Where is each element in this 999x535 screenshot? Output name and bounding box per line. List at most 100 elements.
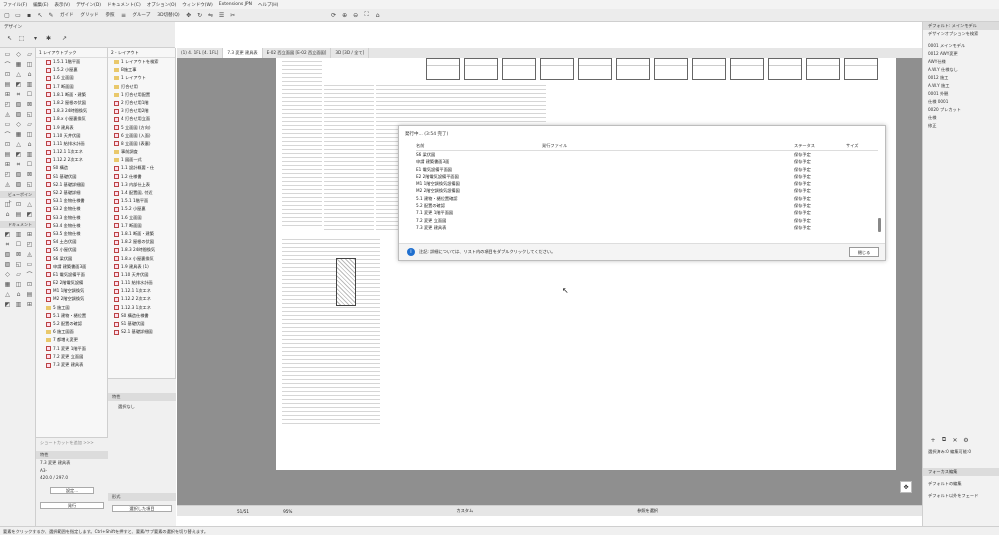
mesh-tool-icon[interactable]: ⊞ (3, 90, 12, 99)
document-section[interactable]: ドキュメント (0, 221, 35, 228)
nav-item[interactable]: 1.12.2 2次エネ (46, 156, 107, 164)
tab-1[interactable]: 7.3 変更 建具表 (223, 48, 263, 58)
publish-row[interactable]: 5.1 建物・樋位置確認 保存予定 (416, 195, 878, 202)
col-name[interactable]: 名前 (416, 143, 424, 149)
nav-item[interactable]: 1.8.2 屋根の伏図 (46, 99, 107, 107)
publish-list[interactable]: S6 梁伏図 保存予定 申請 建築書面3面 保存予定 E1 電気設備平面図 保存予定 E2 … (416, 151, 878, 243)
layout-item[interactable]: 5 立面図 (方向) (114, 124, 175, 132)
trim-icon[interactable]: ✂ (229, 11, 237, 19)
col-file[interactable]: 発行ファイル (542, 143, 567, 149)
object-tool-icon[interactable]: ◩ (25, 210, 34, 219)
layout-item[interactable]: 1.12.1 1次エネ (114, 287, 175, 295)
morph-tool-icon[interactable]: ▧ (3, 250, 12, 259)
ref-select[interactable]: 参照を選択 (637, 508, 658, 514)
design-option-item[interactable]: AWY仕様 (923, 58, 999, 66)
arc-tool-icon[interactable]: ⌒ (3, 130, 12, 139)
nav-item[interactable]: M2 2階空調換気 (46, 295, 107, 303)
nav-item[interactable]: 6 施工図面 (46, 328, 107, 336)
publish-row[interactable]: E2 2階電気設備平面図 保存予定 (416, 173, 878, 180)
door-tool-icon[interactable]: ⌂ (25, 140, 34, 149)
eyedropper-icon[interactable]: ✎ (47, 11, 55, 19)
zoom-level[interactable]: 95% (283, 509, 292, 514)
nav-item[interactable]: M1 1階空調換気 (46, 287, 107, 295)
publish-row[interactable]: S6 梁伏図 保存予定 (416, 151, 878, 158)
menu-item[interactable]: デザイン(D) (76, 2, 101, 8)
nav-item[interactable]: 1.8.3 24時間換気 (46, 107, 107, 115)
fit-icon[interactable]: ⛶ (363, 11, 371, 19)
layout-item[interactable]: 1.1 設計概要・仕 (114, 164, 175, 172)
nav-item[interactable]: 5 施工図 (46, 304, 107, 312)
menu-item[interactable]: ファイル(F) (3, 2, 27, 8)
railing-tool-icon[interactable]: ⌗ (14, 90, 23, 99)
publish-row[interactable]: 7.3 変更 建具表 保存予定 (416, 224, 878, 231)
zone-tool-icon[interactable]: ▥ (25, 150, 34, 159)
publish-row[interactable]: 申請 建築書面3面 保存予定 (416, 158, 878, 165)
design-option-item[interactable]: A.W.Y 施工 (923, 82, 999, 90)
skylight-tool-icon[interactable]: ◰ (3, 100, 12, 109)
publish-row[interactable]: 7.2 変更 立面図 保存予定 (416, 217, 878, 224)
new-file-icon[interactable]: ▢ (3, 11, 11, 19)
layout-item[interactable]: 事前調査 (114, 148, 175, 156)
layout-item[interactable]: 1.8.2 屋根の伏図 (114, 238, 175, 246)
panel-tool-icon[interactable]: ▨ (14, 180, 23, 189)
view3d-button[interactable]: 3D切替(Q) (155, 12, 181, 18)
railing-tool-icon[interactable]: ⌗ (3, 240, 12, 249)
default-edit-toggle[interactable]: デフォルトの編集 (923, 480, 999, 488)
stair-tool-icon[interactable]: △ (3, 290, 12, 299)
layout-item[interactable]: 1 図面一式 (114, 156, 175, 164)
menu-item[interactable]: 表示(V) (54, 2, 70, 8)
slab-tool-icon[interactable]: ▦ (14, 130, 23, 139)
nav-item[interactable]: 1.9 建具表 (46, 124, 107, 132)
layout-item[interactable]: 1.4 配置図, 付近 (114, 189, 175, 197)
option-settings-icon[interactable]: ⚙ (962, 436, 970, 444)
object-tool-icon[interactable]: ◩ (3, 300, 12, 309)
layout-item[interactable]: 1.12.3 1次エネ (114, 304, 175, 312)
ref-button[interactable]: 参照 (104, 12, 117, 18)
design-option-item[interactable]: 0012 施工 (923, 74, 999, 82)
layout-item[interactable]: 1.10 天井伏図 (114, 271, 175, 279)
tab-0[interactable]: (1) 4. 1FL [4. 1FL] (177, 48, 224, 58)
nav-item[interactable]: S3.2 金物仕様 (46, 205, 107, 213)
nav-item[interactable]: 1.5.1 1階平面 (46, 58, 107, 66)
nav-item[interactable]: 1.5.2 小屋裏 (46, 66, 107, 74)
layout-item[interactable]: 4 打合せ用立面 (114, 115, 175, 123)
nav-item[interactable]: 申請 建築書面3面 (46, 263, 107, 271)
menu-item[interactable]: ドキュメント(C) (107, 2, 141, 8)
column-tool-icon[interactable]: ◇ (3, 270, 12, 279)
layout-item[interactable]: 打合せ用 (114, 83, 175, 91)
design-option-item[interactable]: 修正 (923, 122, 999, 130)
stair-tool-icon[interactable]: △ (14, 70, 23, 79)
design-option-item[interactable]: 仕様 0001 (923, 98, 999, 106)
roof-tool-icon[interactable]: ◫ (25, 130, 34, 139)
mirror-icon[interactable]: ⇋ (207, 11, 215, 19)
nav-item[interactable]: 5.1 建物・樋位置 (46, 312, 107, 320)
tab-2[interactable]: E-02 西立面図 [E-02 西立面図] (263, 48, 332, 58)
publish-row[interactable]: 7.1 変更 1階平面図 保存予定 (416, 209, 878, 216)
railing-tool-icon[interactable]: ⌗ (14, 160, 23, 169)
nav-item[interactable]: 1.8.1 断面・建築 (46, 91, 107, 99)
selected-items-button[interactable]: 選択した項目 (112, 505, 172, 512)
menu-item[interactable]: 編集(E) (33, 2, 48, 8)
layers-icon[interactable]: ≡ (120, 11, 128, 19)
layout-item[interactable]: B施工事 (114, 66, 175, 74)
viewpoint-section[interactable]: ビューポイント (0, 191, 35, 204)
nav-item[interactable]: 7.1 変更 1階平面 (46, 345, 107, 353)
object-tool-icon[interactable]: ◩ (14, 80, 23, 89)
nav-item[interactable]: E1 電気設備平面 (46, 271, 107, 279)
curtain-tool-icon[interactable]: ☐ (14, 240, 23, 249)
group-button[interactable]: グループ (131, 12, 153, 18)
props-header[interactable]: 特性 (36, 451, 108, 459)
opening-tool-icon[interactable]: ◱ (25, 110, 34, 119)
nav-item[interactable]: 1.10 天井伏図 (46, 132, 107, 140)
layout-item[interactable]: 1.12.2 2次エネ (114, 295, 175, 303)
layout-item[interactable]: 1.8.x 小屋裏換気 (114, 255, 175, 263)
publish-row[interactable]: M1 1階空調換気設備図 保存予定 (416, 180, 878, 187)
compass-icon[interactable]: ✥ (900, 481, 912, 493)
mesh-tool-icon[interactable]: ⊞ (25, 300, 34, 309)
layout-item[interactable]: 8 立面図 (表裏) (114, 140, 175, 148)
design-option-search[interactable]: デザインオプションを検索 (923, 30, 999, 38)
layout-item[interactable]: 1.3 内部仕上表 (114, 181, 175, 189)
layout-item[interactable]: 1.7 断面図 (114, 222, 175, 230)
arc-tool-icon[interactable]: ⌒ (3, 60, 12, 69)
magic-wand-icon[interactable]: ✱ (44, 34, 53, 43)
